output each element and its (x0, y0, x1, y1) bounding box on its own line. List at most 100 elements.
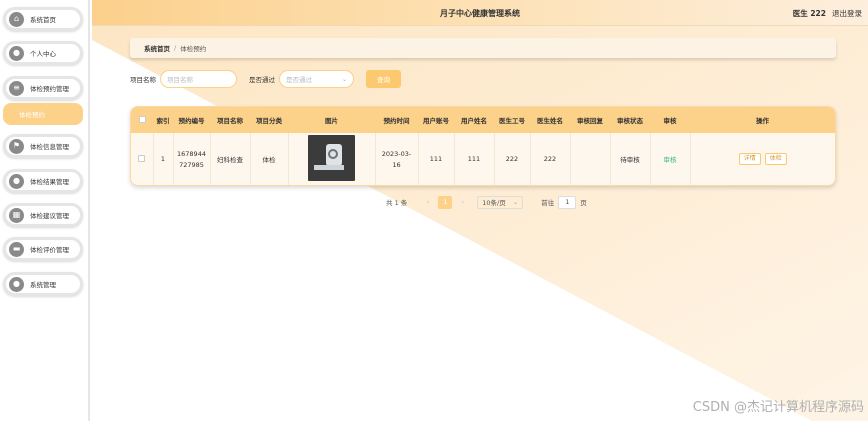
cell-order-no: 1678944 727985 (172, 133, 210, 185)
select-all-checkbox[interactable] (138, 115, 146, 123)
breadcrumb-separator: / (174, 44, 177, 52)
current-user: 医生 222 (792, 9, 826, 18)
audit-link[interactable]: 审核 (664, 156, 677, 164)
list-icon: ≡ (9, 80, 24, 96)
sidebar-item-label: 个人中心 (30, 50, 56, 58)
next-page-icon[interactable]: › (456, 196, 469, 209)
page-size-select[interactable]: 10条/页 ⌄ (477, 195, 524, 209)
table-header-row: 索引 预约编号 项目名称 项目分类 图片 预约时间 用户账号 用户姓名 医生工号… (131, 107, 835, 133)
item-name-label: 项目名称 (130, 76, 156, 84)
header-user-name: 用户姓名 (461, 117, 487, 125)
sidebar-item-checkup-review[interactable]: ▬ 体检评价管理 (3, 237, 83, 261)
background-decoration (92, 26, 868, 421)
logout-link[interactable]: 退出登录 (832, 8, 862, 19)
chevron-down-icon: ⌄ (341, 75, 347, 83)
flag-icon: ⚑ (9, 138, 24, 154)
app-title: 月子中心健康管理系统 (440, 9, 520, 18)
cell-time-line2: 16 (392, 160, 401, 169)
page-number[interactable]: 1 (438, 195, 453, 209)
cell-status: 待审核 (609, 133, 650, 185)
row-checkbox[interactable] (138, 154, 146, 162)
header-reply: 审核回复 (577, 117, 603, 125)
sidebar-item-label: 系统管理 (30, 281, 56, 289)
breadcrumb-home[interactable]: 系统首页 (144, 43, 170, 53)
home-icon: ⌂ (9, 11, 24, 27)
header-doctor-name: 医生姓名 (537, 117, 563, 125)
cell-account: 111 (417, 133, 454, 185)
pagination: 共 1 条 ‹ 1 › 10条/页 ⌄ 前往 1 页 (386, 195, 587, 209)
location-icon: ● (9, 173, 24, 189)
cell-audit: 审核 (649, 133, 690, 185)
user-icon: ● (9, 45, 24, 61)
cell-time-line1: 2023-03- (381, 149, 412, 158)
cell-order-no-line2: 727985 (179, 160, 204, 169)
header-audit: 审核 (663, 117, 677, 125)
cell-reply (569, 133, 610, 185)
header-image: 图片 (325, 117, 338, 125)
header-actions: 操作 (756, 117, 769, 125)
pass-select[interactable]: 是否通过 ⌄ (279, 70, 354, 88)
header-order-no: 预约编号 (178, 117, 205, 125)
sidebar-item-profile[interactable]: ● 个人中心 (3, 41, 83, 65)
header-doctor-no: 医生工号 (499, 117, 525, 125)
appointment-table: 索引 预约编号 项目名称 项目分类 图片 预约时间 用户账号 用户姓名 医生工号… (130, 106, 836, 186)
sidebar-item-home[interactable]: ⌂ 系统首页 (3, 7, 83, 31)
cell-doctor-name: 222 (529, 133, 570, 185)
top-bar: 月子中心健康管理系统 医生 222 退出登录 (92, 0, 868, 26)
main-area: 月子中心健康管理系统 医生 222 退出登录 系统首页 / 体检预约 项目名称 … (92, 0, 868, 421)
item-name-placeholder: 项目名称 (167, 76, 193, 84)
header-category: 项目分类 (256, 117, 282, 125)
sidebar-item-label: 体检结果管理 (30, 178, 69, 186)
sidebar-item-checkup-advice[interactable]: ▦ 体检建议管理 (3, 203, 83, 227)
sidebar-item-label: 体检预约管理 (30, 85, 69, 93)
cell-index: 1 (152, 133, 173, 185)
cell-time: 2023-03- 16 (374, 133, 418, 185)
pagination-total: 共 1 条 (386, 199, 408, 207)
ct-scanner-image[interactable] (308, 135, 355, 181)
grid-icon: ▦ (9, 207, 24, 223)
breadcrumb-current: 体检预约 (180, 45, 207, 53)
header-account: 用户账号 (423, 117, 449, 125)
cell-category: 体检 (249, 133, 288, 185)
sidebar-subitem-appointment[interactable]: 体检预约 (3, 103, 83, 125)
sidebar-item-appointment-mgmt[interactable]: ≡ 体检预约管理 (3, 76, 83, 100)
sidebar: ⌂ 系统首页 ● 个人中心 ≡ 体检预约管理 体检预约 ⚑ 体检信息管理 ● 体… (0, 0, 90, 421)
prev-page-icon[interactable]: ‹ (421, 196, 434, 209)
goto-label: 前往 (541, 199, 555, 207)
sidebar-subitem-label: 体检预约 (19, 111, 45, 119)
sidebar-item-system[interactable]: ● 系统管理 (3, 272, 83, 296)
watermark: CSDN @杰记计算机程序源码 (692, 400, 864, 415)
sidebar-item-checkup-result[interactable]: ● 体检结果管理 (3, 169, 83, 193)
pass-select-placeholder: 是否通过 (286, 76, 312, 84)
chevron-down-icon: ⌄ (512, 198, 519, 206)
detail-button[interactable]: 详情 (738, 153, 761, 165)
header-index: 索引 (156, 117, 170, 125)
cell-order-no-line1: 1678944 (177, 149, 206, 158)
cell-doctor-no: 222 (493, 133, 530, 185)
sidebar-item-label: 体检建议管理 (30, 212, 69, 220)
message-icon: ▬ (9, 241, 24, 257)
admin-icon: ● (9, 276, 24, 292)
breadcrumb: 系统首页 / 体检预约 (130, 38, 836, 58)
page-unit-label: 页 (580, 199, 587, 207)
sidebar-item-label: 体检信息管理 (30, 143, 69, 151)
user-area: 医生 222 退出登录 (793, 8, 862, 19)
search-button[interactable]: 查询 (366, 70, 401, 88)
table-row: 1 1678944 727985 妇科检查 体检 2023-03- 16 111… (131, 133, 835, 185)
pass-label: 是否通过 (249, 76, 275, 84)
header-status: 审核状态 (617, 117, 643, 125)
cell-actions: 详情 体检 (689, 133, 835, 185)
header-item-name: 项目名称 (217, 117, 243, 125)
cell-item-name: 妇科检查 (209, 133, 250, 185)
item-name-input[interactable]: 项目名称 (160, 70, 237, 88)
filter-bar: 项目名称 项目名称 是否通过 是否通过 ⌄ 查询 (130, 69, 401, 89)
cell-user-name: 111 (453, 133, 494, 185)
header-time: 预约时间 (383, 117, 410, 125)
goto-page-input[interactable]: 1 (558, 195, 577, 209)
page-size-value: 10条/页 (482, 199, 506, 207)
checkup-button[interactable]: 体检 (764, 153, 787, 165)
sidebar-item-label: 系统首页 (30, 16, 56, 24)
sidebar-item-label: 体检评价管理 (30, 246, 69, 254)
sidebar-item-checkup-info[interactable]: ⚑ 体检信息管理 (3, 134, 83, 158)
cell-image (287, 133, 375, 185)
